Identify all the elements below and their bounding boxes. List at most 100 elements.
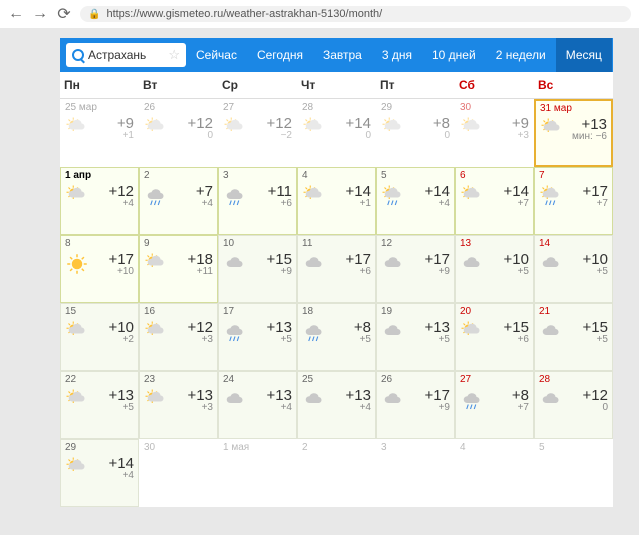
cell-date: 26 — [381, 374, 450, 385]
cell-date: 6 — [460, 170, 529, 181]
calendar-cell[interactable]: 16+12+3 — [139, 303, 218, 371]
calendar-grid: 25 мар+9+126+12027+12−228+14029+8030+9+3… — [60, 99, 613, 507]
cell-date: 29 — [381, 102, 450, 113]
calendar-cell[interactable]: 22+13+5 — [60, 371, 139, 439]
calendar-cell[interactable]: 25+13+4 — [297, 371, 376, 439]
tab-3[interactable]: 3 дня — [372, 38, 422, 72]
calendar-cell[interactable]: 27+12−2 — [218, 99, 297, 167]
calendar-cell[interactable]: 3 — [376, 439, 455, 507]
cell-date: 28 — [302, 102, 371, 113]
cell-date: 24 — [223, 374, 292, 385]
calendar-cell[interactable]: 28+120 — [534, 371, 613, 439]
cell-date: 2 — [302, 442, 371, 453]
calendar-cell[interactable]: 10+15+9 — [218, 235, 297, 303]
calendar-cell[interactable]: 4+14+1 — [297, 167, 376, 235]
calendar-cell[interactable]: 21+15+5 — [534, 303, 613, 371]
calendar-cell[interactable]: 4 — [455, 439, 534, 507]
city-search-box[interactable]: Астрахань ☆ — [66, 43, 186, 67]
browser-toolbar: ← → ⟳ 🔒 https://www.gismeteo.ru/weather-… — [0, 0, 639, 28]
calendar-cell[interactable]: 5 — [534, 439, 613, 507]
reload-icon[interactable]: ⟳ — [56, 6, 72, 22]
calendar-cell[interactable]: 24+13+4 — [218, 371, 297, 439]
cell-date: 4 — [460, 442, 529, 453]
tab-4[interactable]: 10 дней — [422, 38, 486, 72]
cell-date: 20 — [460, 306, 529, 317]
calendar-cell[interactable]: 3+11+6 — [218, 167, 297, 235]
calendar-cell[interactable]: 29+80 — [376, 99, 455, 167]
day-header: Чт — [297, 72, 376, 98]
calendar-cell[interactable]: 2 — [297, 439, 376, 507]
cell-date: 11 — [302, 238, 371, 249]
temp-low: +3 — [486, 130, 529, 141]
calendar-cell[interactable]: 6+14+7 — [455, 167, 534, 235]
tab-6[interactable]: Месяц — [556, 38, 612, 72]
cell-date: 12 — [381, 238, 450, 249]
cell-date: 30 — [144, 442, 213, 453]
cell-date: 1 мая — [223, 442, 292, 453]
cell-date: 27 — [223, 102, 292, 113]
calendar-cell[interactable]: 29+14+4 — [60, 439, 139, 507]
cell-date: 25 — [302, 374, 371, 385]
cell-date: 5 — [539, 442, 608, 453]
temp-low: мин: −6 — [566, 131, 607, 142]
calendar-cell[interactable]: 12+17+9 — [376, 235, 455, 303]
cell-date: 9 — [144, 238, 213, 249]
calendar-cell[interactable]: 14+10+5 — [534, 235, 613, 303]
url-text: https://www.gismeteo.ru/weather-astrakha… — [106, 8, 382, 20]
cell-date: 25 мар — [65, 102, 134, 113]
forecast-tabs: СейчасСегодняЗавтра3 дня10 дней2 неделиМ… — [186, 38, 612, 72]
cell-date: 3 — [381, 442, 450, 453]
lock-icon: 🔒 — [88, 9, 100, 20]
calendar-cell[interactable]: 1 апр+12+4 — [60, 167, 139, 235]
calendar-cell[interactable]: 27+8+7 — [455, 371, 534, 439]
calendar-cell[interactable]: 23+13+3 — [139, 371, 218, 439]
cell-date: 29 — [65, 442, 134, 453]
cell-date: 1 апр — [65, 170, 134, 181]
cell-date: 27 — [460, 374, 529, 385]
cell-date: 28 — [539, 374, 608, 385]
calendar-cell[interactable]: 28+140 — [297, 99, 376, 167]
tab-2[interactable]: Завтра — [313, 38, 372, 72]
calendar-header-row: ПнВтСрЧтПтСбВс — [60, 72, 613, 99]
temp-low: +7 — [486, 402, 529, 413]
calendar-cell[interactable]: 26+120 — [139, 99, 218, 167]
calendar-cell[interactable]: 7+17+7 — [534, 167, 613, 235]
cell-date: 23 — [144, 374, 213, 385]
calendar-cell[interactable]: 11+17+6 — [297, 235, 376, 303]
cell-date: 3 — [223, 170, 292, 181]
page-content: Астрахань ☆ СейчасСегодняЗавтра3 дня10 д… — [60, 38, 613, 507]
day-header: Вт — [139, 72, 218, 98]
temp-low: +1 — [91, 130, 134, 141]
calendar-cell[interactable]: 31 мар+13мин: −6 — [534, 99, 613, 167]
calendar-cell[interactable]: 30+9+3 — [455, 99, 534, 167]
cell-date: 7 — [539, 170, 608, 181]
forward-icon[interactable]: → — [32, 6, 48, 22]
temp-low: +5 — [328, 334, 371, 345]
favorite-star-icon[interactable]: ☆ — [168, 47, 180, 63]
calendar-cell[interactable]: 2+7+4 — [139, 167, 218, 235]
cell-date: 8 — [65, 238, 134, 249]
cell-date: 2 — [144, 170, 213, 181]
calendar-cell[interactable]: 17+13+5 — [218, 303, 297, 371]
address-bar[interactable]: 🔒 https://www.gismeteo.ru/weather-astrak… — [80, 6, 631, 22]
back-icon[interactable]: ← — [8, 6, 24, 22]
calendar-cell[interactable]: 13+10+5 — [455, 235, 534, 303]
tab-5[interactable]: 2 недели — [486, 38, 556, 72]
day-header: Ср — [218, 72, 297, 98]
calendar-cell[interactable]: 5+14+4 — [376, 167, 455, 235]
calendar-cell[interactable]: 25 мар+9+1 — [60, 99, 139, 167]
calendar-cell[interactable]: 9+18+11 — [139, 235, 218, 303]
search-city-text: Астрахань — [88, 48, 146, 62]
calendar-cell[interactable]: 19+13+5 — [376, 303, 455, 371]
cell-date: 21 — [539, 306, 608, 317]
calendar-cell[interactable]: 26+17+9 — [376, 371, 455, 439]
calendar-cell[interactable]: 8+17+10 — [60, 235, 139, 303]
calendar-cell[interactable]: 30 — [139, 439, 218, 507]
calendar-cell[interactable]: 20+15+6 — [455, 303, 534, 371]
calendar-cell[interactable]: 15+10+2 — [60, 303, 139, 371]
tab-1[interactable]: Сегодня — [247, 38, 313, 72]
search-icon — [72, 49, 84, 61]
tab-0[interactable]: Сейчас — [186, 38, 247, 72]
calendar-cell[interactable]: 18+8+5 — [297, 303, 376, 371]
calendar-cell[interactable]: 1 мая — [218, 439, 297, 507]
